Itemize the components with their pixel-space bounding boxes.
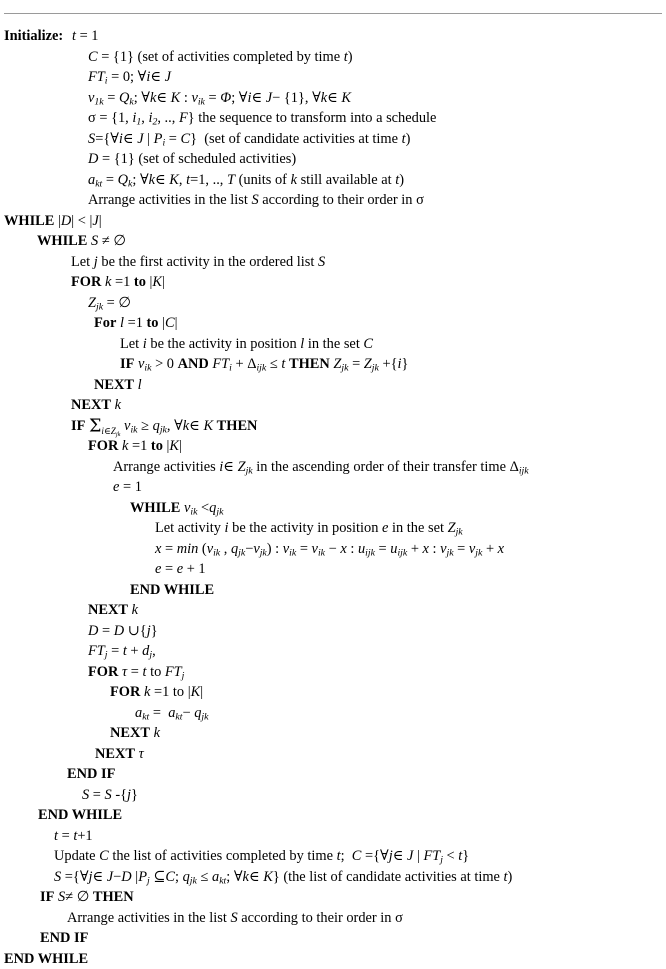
code-line-S-minus-j: S = S -{j} <box>0 785 666 806</box>
code-line-e-1: e = 1 <box>0 477 666 498</box>
code-line-end-while-outer: END WHILE <box>0 949 666 969</box>
code-line-if-S-notempty: IF S≠ ∅ THEN <box>0 887 666 908</box>
code-line-init-S: S={∀i∈ J | Pi = C} (set of candidate act… <box>0 129 666 150</box>
initialize-label: Initialize: <box>4 26 72 47</box>
code-line-t-increment: t = t+1 <box>0 826 666 847</box>
code-line-init-v: v1k = Qk; ∀k∈ K : vik = Φ; ∀i∈ J− {1}, ∀… <box>0 88 666 109</box>
top-divider-rule <box>4 13 662 14</box>
code-line-update-S: S ={∀j∈ J−D |Pj ⊆C; qjk ≤ akt; ∀k∈ K} (t… <box>0 867 666 888</box>
code-line-while-vik: WHILE vik <qjk <box>0 498 666 519</box>
code-line-end-if-2: END IF <box>0 928 666 949</box>
code-line-arrange-final: Arrange activities in the list S accordi… <box>0 908 666 929</box>
algorithm-body: Initialize:t = 1 C = {1} (set of activit… <box>0 26 666 969</box>
code-line-x-min: x = min (vik , qjk−vjk) : vik = vik − x … <box>0 539 666 560</box>
code-line-while-outer: WHILE |D| < |J| <box>0 211 666 232</box>
code-line-e-increment: e = e + 1 <box>0 559 666 580</box>
code-line-init-C: C = {1} (set of activities completed by … <box>0 47 666 68</box>
code-line-update-C: Update C the list of activities complete… <box>0 846 666 867</box>
code-line-next-k-3: NEXT k <box>0 723 666 744</box>
code-line-next-k-2: NEXT k <box>0 600 666 621</box>
code-line-initialize-t: Initialize:t = 1 <box>0 26 666 47</box>
code-line-FTj: FTj = t + dj, <box>0 641 666 662</box>
code-line-let-activity-i: Let activity i be the activity in positi… <box>0 518 666 539</box>
code-line-for-l: For l =1 to |C| <box>0 313 666 334</box>
code-line-Zjk-empty: Zjk = ∅ <box>0 293 666 314</box>
code-line-init-sigma: σ = {1, i1, i2, .., F} the sequence to t… <box>0 108 666 129</box>
code-line-for-k-1: FOR k =1 to |K| <box>0 272 666 293</box>
code-line-if-sum: IF Σi∈Zjk vik ≥ qjk, ∀k∈ K THEN <box>0 416 666 437</box>
code-line-init-a: akt = Qk; ∀k∈ K, t=1, .., T (units of k … <box>0 170 666 191</box>
code-line-next-tau: NEXT τ <box>0 744 666 765</box>
code-line-let-j: Let j be the first activity in the order… <box>0 252 666 273</box>
code-line-let-i-pos-l: Let i be the activity in position l in t… <box>0 334 666 355</box>
code-line-init-D: D = {1} (set of scheduled activities) <box>0 149 666 170</box>
code-line-akt-update: akt = akt− qjk <box>0 703 666 724</box>
code-line-init-FT: FTi = 0; ∀i∈ J <box>0 67 666 88</box>
code-line-end-if-1: END IF <box>0 764 666 785</box>
code-line-arrange-Zjk: Arrange activities i∈ Zjk in the ascendi… <box>0 457 666 478</box>
code-line-for-k-3: FOR k =1 to |K| <box>0 682 666 703</box>
code-line-while-inner: WHILE S ≠ ∅ <box>0 231 666 252</box>
code-line-init-arrange: Arrange activities in the list S accordi… <box>0 190 666 211</box>
code-line-for-tau: FOR τ = t to FTj <box>0 662 666 683</box>
code-line-end-while-inner2: END WHILE <box>0 580 666 601</box>
code-line-if-vik: IF vik > 0 AND FTi + Δijk ≤ t THEN Zjk =… <box>0 354 666 375</box>
code-line-next-l: NEXT l <box>0 375 666 396</box>
code-line-end-while-inner1: END WHILE <box>0 805 666 826</box>
code-line-D-union: D = D ∪{j} <box>0 621 666 642</box>
code-line-for-k-2: FOR k =1 to |K| <box>0 436 666 457</box>
code-line-next-k-1: NEXT k <box>0 395 666 416</box>
pseudocode-page: Initialize:t = 1 C = {1} (set of activit… <box>0 0 666 908</box>
